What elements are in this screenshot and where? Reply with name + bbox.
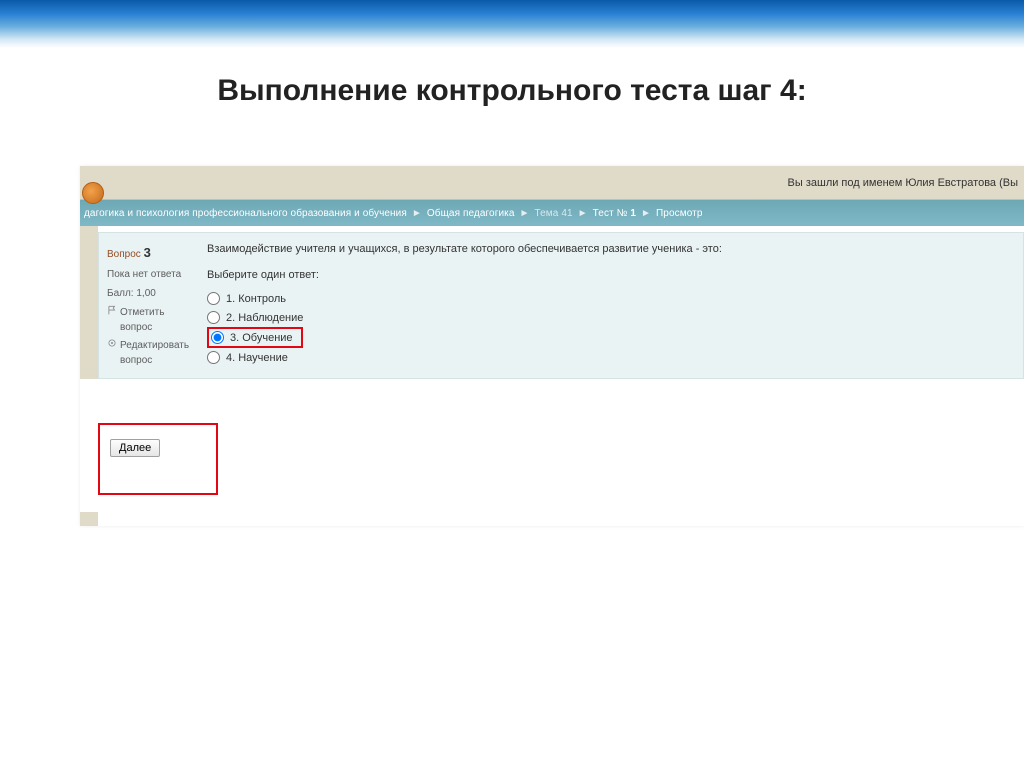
question-text: Взаимодействие учителя и учащихся, в рез… bbox=[207, 243, 1011, 255]
answer-label-1: 1. Контроль bbox=[226, 293, 286, 305]
below-question-area: Далее bbox=[80, 379, 1024, 495]
flag-question-link[interactable]: Отметить вопрос bbox=[107, 305, 187, 335]
question-label: Вопрос bbox=[107, 249, 141, 260]
breadcrumb-item[interactable]: Тема 41 bbox=[535, 208, 573, 219]
edit-question-text: Редактировать вопрос bbox=[120, 338, 189, 368]
breadcrumb-separator-icon: ► bbox=[578, 208, 588, 219]
slide-title: Выполнение контрольного теста шаг 4: bbox=[0, 74, 1024, 108]
next-button[interactable]: Далее bbox=[110, 439, 160, 457]
embedded-browser-region: Вы зашли под именем Юлия Евстратова (Вы … bbox=[80, 166, 1024, 526]
edit-question-link[interactable]: Редактировать вопрос bbox=[107, 338, 187, 368]
breadcrumb-item[interactable]: дагогика и психология профессионального … bbox=[84, 208, 407, 219]
answer-label-2: 2. Наблюдение bbox=[226, 312, 303, 324]
answer-radio-4[interactable] bbox=[207, 351, 220, 364]
answer-option-2[interactable]: 2. Наблюдение bbox=[207, 308, 1011, 327]
breadcrumb-separator-icon: ► bbox=[412, 208, 422, 219]
left-gutter bbox=[80, 226, 98, 379]
answer-radio-3[interactable] bbox=[211, 331, 224, 344]
user-info-bar: Вы зашли под именем Юлия Евстратова (Вы bbox=[80, 166, 1024, 200]
breadcrumb-item[interactable]: Общая педагогика bbox=[427, 208, 515, 219]
question-score: Балл: 1,00 bbox=[107, 286, 187, 301]
left-gutter-bottom bbox=[80, 512, 98, 526]
breadcrumb-item[interactable]: Просмотр bbox=[656, 208, 702, 219]
content-area: Вопрос 3 Пока нет ответа Балл: 1,00 Отме… bbox=[80, 226, 1024, 379]
answer-label-4: 4. Научение bbox=[226, 352, 288, 364]
breadcrumb-item[interactable]: Тест № 1 bbox=[593, 208, 636, 219]
question-sidebar: Вопрос 3 Пока нет ответа Балл: 1,00 Отме… bbox=[99, 233, 195, 378]
site-logo-icon bbox=[82, 182, 104, 204]
breadcrumb-separator-icon: ► bbox=[641, 208, 651, 219]
logged-in-user-text: Вы зашли под именем Юлия Евстратова (Вы bbox=[788, 177, 1018, 189]
breadcrumb: дагогика и психология профессионального … bbox=[80, 200, 1024, 226]
answer-radio-1[interactable] bbox=[207, 292, 220, 305]
next-button-highlight: Далее bbox=[98, 423, 218, 495]
answer-radio-2[interactable] bbox=[207, 311, 220, 324]
answer-option-1[interactable]: 1. Контроль bbox=[207, 289, 1011, 308]
flag-question-text: Отметить вопрос bbox=[120, 305, 187, 335]
answer-hint: Выберите один ответ: bbox=[207, 269, 1011, 281]
question-number: 3 bbox=[144, 245, 151, 260]
presentation-top-banner bbox=[0, 0, 1024, 48]
selected-answer-highlight: 3. Обучение bbox=[207, 327, 303, 348]
breadcrumb-separator-icon: ► bbox=[520, 208, 530, 219]
question-status: Пока нет ответа bbox=[107, 267, 187, 282]
question-block: Вопрос 3 Пока нет ответа Балл: 1,00 Отме… bbox=[98, 232, 1024, 379]
flag-icon bbox=[107, 305, 117, 315]
gear-icon bbox=[107, 338, 117, 348]
answer-label-3: 3. Обучение bbox=[230, 332, 293, 344]
question-body: Взаимодействие учителя и учащихся, в рез… bbox=[195, 233, 1023, 378]
answer-option-4[interactable]: 4. Научение bbox=[207, 348, 1011, 367]
